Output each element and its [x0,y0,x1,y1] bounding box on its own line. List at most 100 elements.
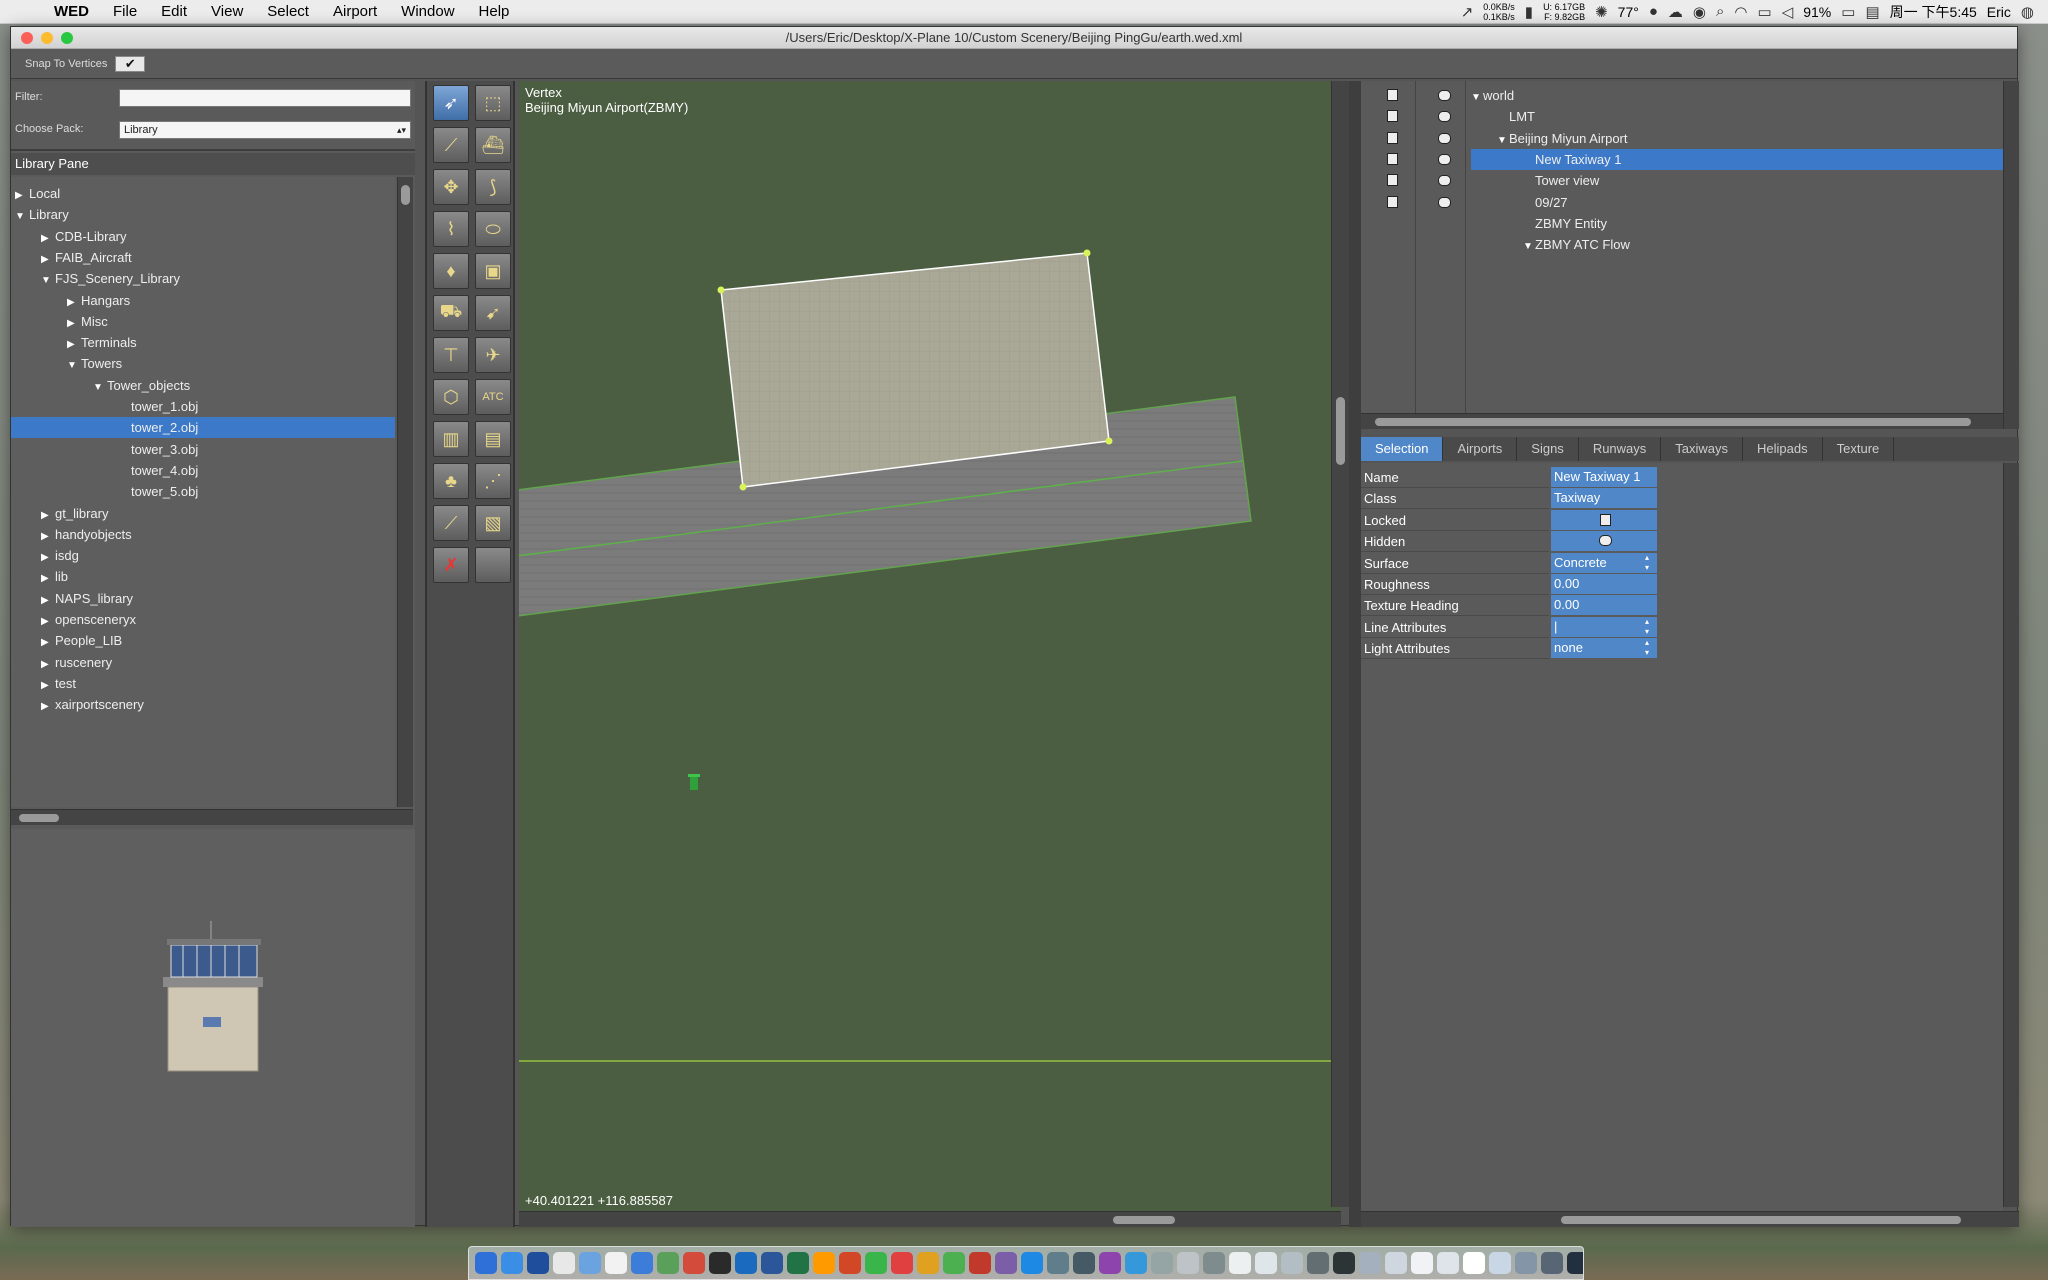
dock-app-icon[interactable] [943,1252,965,1274]
dock-app-icon[interactable] [865,1252,887,1274]
zoom-window-icon[interactable] [61,32,73,44]
dock-app-icon[interactable] [1151,1252,1173,1274]
dock-app-icon[interactable] [683,1252,705,1274]
inspector-vertical-scrollbar[interactable] [2003,463,2019,1207]
airplay-icon[interactable]: ▭ [1758,3,1772,21]
property-value[interactable] [1551,531,1657,552]
library-vscroll-thumb[interactable] [401,185,410,205]
hierarchy-horizontal-scrollbar[interactable] [1361,413,2003,429]
dock-app-icon[interactable] [761,1252,783,1274]
library-tree-item[interactable]: ▶ test [11,673,395,694]
vertex-handle[interactable] [717,286,725,294]
dock-app-icon[interactable] [657,1252,679,1274]
hierarchy-item[interactable]: ZBMY Entity [1361,213,2003,234]
dock-app-icon[interactable] [475,1252,497,1274]
marquee-tool-icon[interactable]: ⬚ [475,85,511,121]
dock-app-icon[interactable] [1125,1252,1147,1274]
minimize-window-icon[interactable] [41,32,53,44]
penguin-icon[interactable]: ● [1649,3,1658,20]
splitter[interactable] [1349,81,1361,1227]
tower-view-tool-icon[interactable]: ⊤ [433,337,469,373]
cursor-icon[interactable]: ↗ [1461,3,1474,21]
library-tree-item[interactable]: ▶ People_LIB [11,630,395,651]
lock-toggle-icon[interactable] [1387,195,1398,208]
library-tree-item[interactable]: ▶ gt_library [11,503,395,524]
dock-app-icon[interactable] [787,1252,809,1274]
disclosure-closed-icon[interactable]: ▶ [41,526,53,547]
sign-tool-icon[interactable]: ▣ [475,253,511,289]
hierarchy-vertical-scrollbar[interactable] [2003,81,2019,429]
disclosure-closed-icon[interactable]: ▶ [41,249,53,270]
gear-icon[interactable]: ✺ [1595,3,1608,21]
dock-app-icon[interactable] [1411,1252,1433,1274]
hierarchy-item[interactable]: ▼ Beijing Miyun Airport [1361,128,2003,149]
runway-tool-icon[interactable]: ⟋ [433,127,469,163]
light-fixture-tool-icon[interactable]: ♦ [433,253,469,289]
vertex-tool-icon[interactable]: ➶ [433,85,469,121]
wifi-icon[interactable]: ◠ [1734,3,1747,21]
dock-app-icon[interactable] [1307,1252,1329,1274]
dock-app-icon[interactable] [1229,1252,1251,1274]
dock-app-icon[interactable] [709,1252,731,1274]
tab-texture[interactable]: Texture [1823,437,1895,461]
disclosure-closed-icon[interactable]: ▶ [67,313,79,334]
menu-help[interactable]: Help [467,3,522,20]
library-tree-item[interactable]: ▶ NAPS_library [11,588,395,609]
app-menu[interactable]: WED [42,3,101,20]
sync-icon[interactable]: ☁ [1668,3,1683,21]
hole-tool-icon[interactable]: ⬭ [475,211,511,247]
lock-toggle-icon[interactable] [1387,174,1398,187]
hierarchy-hscroll-thumb[interactable] [1375,418,1971,426]
lock-toggle-icon[interactable] [1387,131,1398,144]
dock-app-icon[interactable] [1463,1252,1485,1274]
dock-app-icon[interactable] [1515,1252,1537,1274]
disclosure-open-icon[interactable]: ▼ [41,270,53,291]
library-tree-item[interactable]: ▼ Towers [11,353,395,374]
dock-app-icon[interactable] [891,1252,913,1274]
disclosure-closed-icon[interactable]: ▶ [41,696,53,717]
visibility-toggle-icon[interactable] [1438,196,1451,208]
user-name[interactable]: Eric [1987,4,2011,20]
siri-icon[interactable]: ◍ [2021,3,2034,21]
dock-app-icon[interactable] [1281,1252,1303,1274]
tab-taxiways[interactable]: Taxiways [1661,437,1744,461]
line-tool-icon[interactable]: ⟋ [433,505,469,541]
dock-app-icon[interactable] [1359,1252,1381,1274]
disclosure-closed-icon[interactable]: ▶ [41,590,53,611]
disclosure-closed-icon[interactable]: ▶ [41,611,53,632]
dock-app-icon[interactable] [1541,1252,1563,1274]
disclosure-closed-icon[interactable]: ▶ [41,547,53,568]
dock-app-icon[interactable] [579,1252,601,1274]
airport-beacon-tool-icon[interactable]: ✈ [475,337,511,373]
dock-app-icon[interactable] [1099,1252,1121,1274]
tab-helipads[interactable]: Helipads [1743,437,1823,461]
library-tree-item[interactable]: ▶ lib [11,566,395,587]
filter-input[interactable] [119,89,411,107]
library-tree-item[interactable]: ▶ isdg [11,545,395,566]
property-value[interactable] [1551,509,1657,530]
taxiway-tool-icon[interactable]: ⟆ [475,169,511,205]
disclosure-closed-icon[interactable]: ▶ [67,334,79,355]
vertex-handle[interactable] [1105,437,1113,445]
library-tree-item[interactable]: ▶ Misc [11,311,395,332]
tab-signs[interactable]: Signs [1517,437,1579,461]
lock-toggle-icon[interactable] [1387,89,1398,101]
disclosure-closed-icon[interactable]: ▶ [41,675,53,696]
dock-app-icon[interactable] [527,1252,549,1274]
tab-airports[interactable]: Airports [1443,437,1518,461]
atc-route-tool-icon[interactable]: ATC [475,379,511,415]
visibility-toggle-icon[interactable] [1438,132,1451,144]
snap-checkbox[interactable]: ✔ [115,55,146,72]
library-tree-item[interactable]: tower_3.obj [11,439,395,460]
hierarchy-item[interactable]: 09/27 [1361,192,2003,213]
menu-window[interactable]: Window [389,3,466,20]
windsock-tool-icon[interactable]: ➹ [475,295,511,331]
library-tree-item[interactable]: ▶ Terminals [11,332,395,353]
dock-app-icon[interactable] [735,1252,757,1274]
library-tree-item[interactable]: ▶ ruscenery [11,652,395,673]
dock-app-icon[interactable] [553,1252,575,1274]
visibility-toggle-icon[interactable] [1438,175,1451,187]
map-horizontal-scrollbar[interactable] [519,1211,1341,1227]
visibility-toggle-icon[interactable] [1438,153,1451,165]
hierarchy-item[interactable]: ▼ world [1361,85,2003,106]
